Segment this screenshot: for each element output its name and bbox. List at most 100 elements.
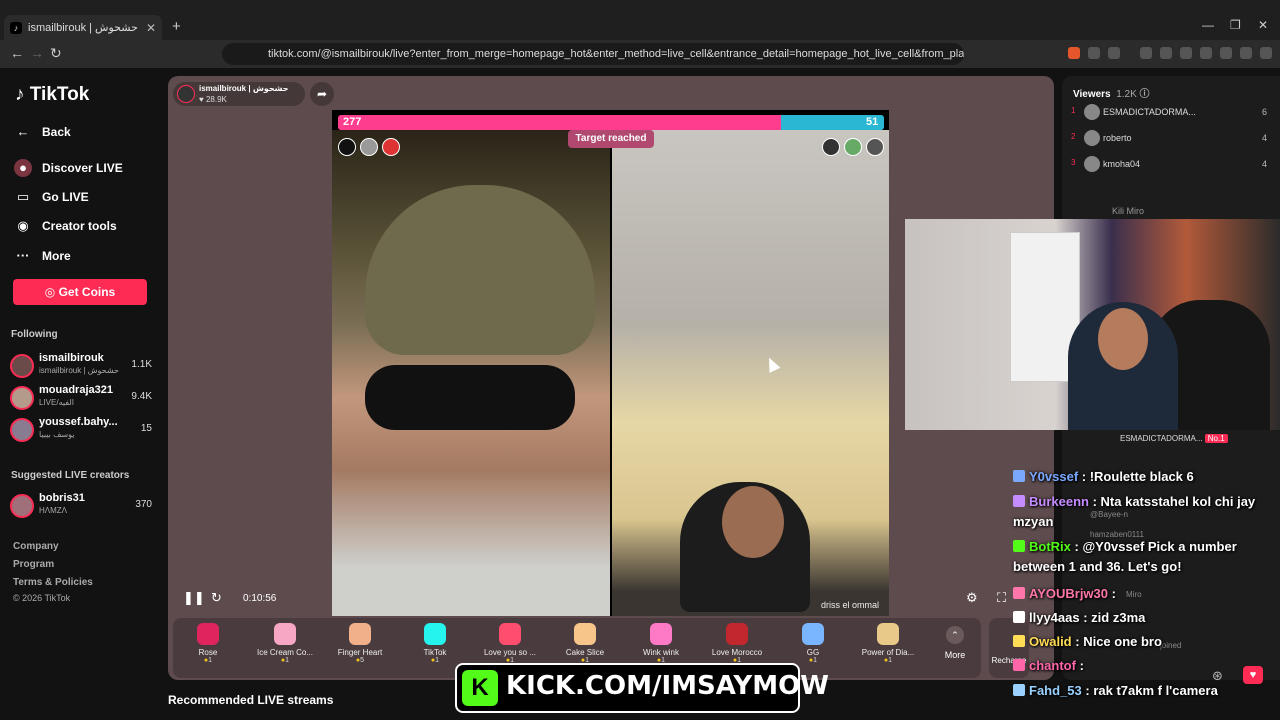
- supporter-avatar[interactable]: [822, 138, 840, 156]
- supporter-avatar[interactable]: [360, 138, 378, 156]
- gift-icon: [197, 623, 219, 645]
- avatar: [10, 418, 34, 442]
- footer-company[interactable]: Company: [13, 541, 59, 552]
- gift-item[interactable]: TikTok ●1: [397, 623, 473, 664]
- gift-item[interactable]: Ice Cream Co... ●1: [247, 623, 323, 664]
- chat-username[interactable]: AYOUBrjw30: [1029, 586, 1108, 601]
- sidebar-icon[interactable]: [1160, 47, 1172, 59]
- extensions-puzzle-icon[interactable]: [1088, 47, 1100, 59]
- gift-item[interactable]: Finger Heart ●5: [322, 623, 398, 664]
- supporter-avatar[interactable]: [844, 138, 862, 156]
- chat-message: AYOUBrjw30 :: [1013, 584, 1258, 604]
- viewer-row[interactable]: 3 kmoha04 4: [1071, 156, 1267, 174]
- get-coins-button[interactable]: ◎ Get Coins: [13, 279, 147, 305]
- chat-badge-icon: [1013, 470, 1025, 482]
- viewer-entry: Kili Miro: [1112, 206, 1145, 216]
- address-bar[interactable]: tiktok.com/@ismailbirouk/live?enter_from…: [222, 43, 964, 65]
- chat-username[interactable]: Burkeenn: [1029, 494, 1089, 509]
- chat-text: zid z3ma: [1091, 610, 1146, 625]
- nav-creator-tools[interactable]: ◉ Creator tools: [14, 218, 116, 234]
- gift-icon: [274, 623, 296, 645]
- recommended-title: Recommended LIVE streams: [168, 693, 334, 707]
- chat-top-user: ESMADICTADORMA... No.1: [1070, 434, 1228, 443]
- chat-badge-icon: [1013, 659, 1025, 671]
- host-avatar[interactable]: [177, 85, 195, 103]
- gift-item[interactable]: Love Morocco ●1: [699, 623, 775, 664]
- suggested-title: Suggested LIVE creators: [11, 470, 130, 481]
- gifts-more-button[interactable]: ⌃ More: [940, 623, 970, 660]
- gift-icon[interactable]: ⊛: [1212, 668, 1223, 684]
- chat-username[interactable]: chantof: [1029, 658, 1076, 673]
- chat-username[interactable]: Owalid: [1029, 634, 1072, 649]
- pause-icon[interactable]: ❚❚: [183, 590, 205, 606]
- fullscreen-icon[interactable]: ⛶: [997, 590, 1006, 606]
- avatar: [1084, 130, 1100, 146]
- following-title: Following: [11, 329, 58, 340]
- window-close-icon[interactable]: ✕: [1258, 18, 1268, 32]
- heart-icon[interactable]: ♥: [1243, 666, 1263, 684]
- nav-more[interactable]: ··· More: [14, 248, 71, 263]
- screenshot-icon[interactable]: [1108, 47, 1120, 59]
- forward-arrow-icon[interactable]: →: [30, 45, 44, 61]
- ai-icon[interactable]: [1200, 47, 1212, 59]
- chat-message: Burkeenn : Nta katsstahel kol chi jay mz…: [1013, 494, 1256, 529]
- extension-icon[interactable]: [1068, 47, 1080, 59]
- opponent-name: driss el ommal: [821, 600, 880, 610]
- supporter-avatar[interactable]: [866, 138, 884, 156]
- gift-item[interactable]: Love you so ... ●1: [472, 623, 548, 664]
- gift-item[interactable]: Wink wink ●1: [623, 623, 699, 664]
- footer-program[interactable]: Program: [13, 559, 54, 570]
- chat-username[interactable]: BotRix: [1029, 539, 1071, 554]
- chat-username[interactable]: llyy4aas: [1029, 610, 1080, 625]
- gift-item[interactable]: Power of Dia... ●1: [850, 623, 926, 664]
- footer-terms[interactable]: Terms & Policies: [13, 577, 93, 588]
- gift-item[interactable]: Cake Slice ●1: [547, 623, 623, 664]
- chat-message: Y0vssef : !Roulette black 6: [1013, 467, 1258, 487]
- minimize-icon[interactable]: —: [1202, 18, 1214, 32]
- suggested-item[interactable]: bobris31 HΛMZΛ 370: [10, 492, 152, 520]
- chevron-up-icon: ⌃: [946, 626, 964, 644]
- music-icon[interactable]: [1140, 47, 1152, 59]
- refresh-icon[interactable]: ↻: [211, 590, 222, 606]
- back-arrow-icon[interactable]: ←: [10, 45, 24, 61]
- maximize-icon[interactable]: ❐: [1230, 18, 1241, 32]
- browser-tab[interactable]: ♪ ismailbirouk | حشحوش ✕: [4, 15, 162, 40]
- viewer-row[interactable]: 2 roberto 4: [1071, 130, 1267, 148]
- kick-logo: K: [462, 670, 498, 706]
- following-item[interactable]: mouadraja321 LIVE/الفيه 9.4K: [10, 384, 152, 412]
- gift-icon: [424, 623, 446, 645]
- tab-close-icon[interactable]: ✕: [146, 21, 156, 35]
- wallet-icon[interactable]: [1180, 47, 1192, 59]
- settings-icon[interactable]: ⚙: [966, 590, 978, 606]
- share-icon[interactable]: ➦: [310, 82, 334, 106]
- chat-badge-icon: [1013, 611, 1025, 623]
- host-name: ismailbirouk | حشحوش: [199, 84, 289, 93]
- avatar: [1084, 156, 1100, 172]
- gift-item[interactable]: Rose ●1: [170, 623, 246, 664]
- vpn-icon[interactable]: [1240, 47, 1252, 59]
- battle-score-left: 277: [343, 116, 362, 128]
- supporter-avatar[interactable]: [382, 138, 400, 156]
- following-item[interactable]: ismailbirouk ismailbirouk | حشحوش 1.1K: [10, 352, 152, 380]
- viewer-row[interactable]: 1 ESMADICTADORMA... 6: [1071, 104, 1267, 122]
- chat-username[interactable]: Fahd_53: [1029, 683, 1082, 698]
- shield-icon[interactable]: [1220, 47, 1232, 59]
- gift-icon: [574, 623, 596, 645]
- info-icon[interactable]: ⓘ: [1140, 89, 1150, 100]
- supporter-avatar[interactable]: [338, 138, 356, 156]
- gift-item[interactable]: GG ●1: [775, 623, 851, 664]
- chat-text: Nice one bro: [1083, 634, 1162, 649]
- chat-badge-icon: [1013, 635, 1025, 647]
- streamer-face-shape: [1098, 308, 1148, 370]
- new-tab-button[interactable]: +: [172, 18, 181, 35]
- nav-back[interactable]: ← Back: [14, 124, 71, 139]
- tiktok-logo[interactable]: ♪ TikTok: [15, 84, 89, 106]
- chat-username[interactable]: Y0vssef: [1029, 469, 1078, 484]
- gift-icon: [349, 623, 371, 645]
- chat-badge-icon: [1013, 587, 1025, 599]
- reload-icon[interactable]: ↻: [50, 45, 62, 62]
- nav-go-live[interactable]: ▭ Go LIVE: [14, 189, 89, 205]
- nav-discover-live[interactable]: ● Discover LIVE: [14, 159, 123, 177]
- menu-icon[interactable]: [1260, 47, 1272, 59]
- following-item[interactable]: youssef.bahy... يوسف بيبيا 15: [10, 416, 152, 444]
